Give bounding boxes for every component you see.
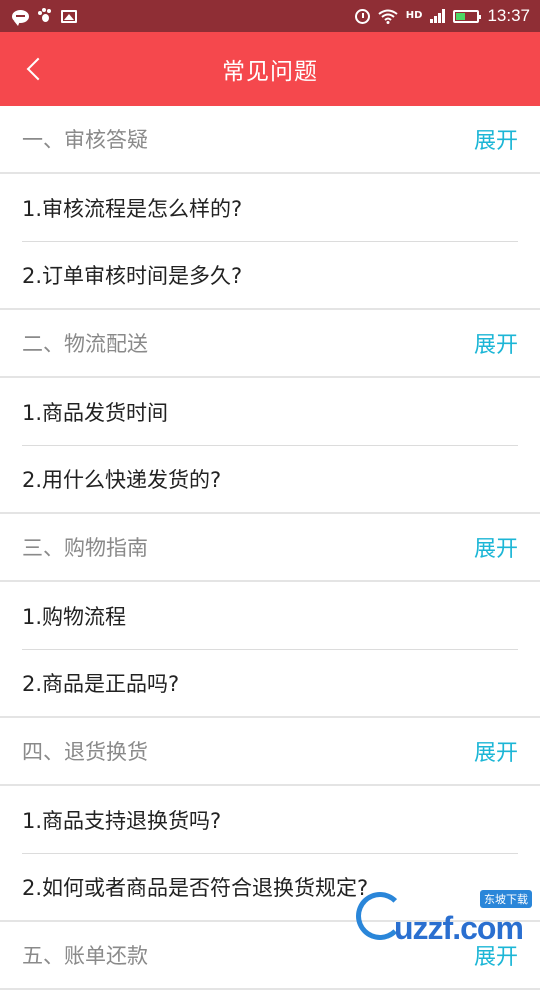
- question-item[interactable]: 1.商品支持退换货吗?: [22, 786, 518, 854]
- faq-list: 一、审核答疑 展开 1.审核流程是怎么样的? 2.订单审核时间是多久? 二、物流…: [0, 106, 540, 990]
- expand-button[interactable]: 展开: [474, 327, 518, 359]
- question-text: 2.用什么快递发货的?: [22, 468, 222, 492]
- section-header[interactable]: 二、物流配送 展开: [0, 310, 540, 378]
- section-header[interactable]: 三、购物指南 展开: [0, 514, 540, 582]
- question-item[interactable]: 1.审核流程是怎么样的?: [22, 174, 518, 242]
- question-item[interactable]: 2.订单审核时间是多久?: [0, 242, 540, 310]
- status-bar: HD 13:37: [0, 0, 540, 32]
- image-notification-icon: [61, 9, 77, 23]
- page-title: 常见问题: [222, 59, 318, 85]
- status-notifications: [12, 8, 77, 26]
- alarm-icon: [354, 8, 370, 24]
- section-header[interactable]: 四、退货换货 展开: [0, 718, 540, 786]
- question-item[interactable]: 1.购物流程: [22, 582, 518, 650]
- status-time: 13:37: [487, 6, 530, 25]
- section-header[interactable]: 一、审核答疑 展开: [0, 106, 540, 174]
- question-text: 2.如何或者商品是否符合退换货规定?: [22, 876, 369, 900]
- status-system: HD 13:37: [354, 6, 530, 26]
- expand-button[interactable]: 展开: [474, 123, 518, 155]
- question-text: 1.商品支持退换货吗?: [22, 808, 222, 833]
- chat-notification-icon: [12, 9, 29, 26]
- section-title: 一、审核答疑: [22, 128, 148, 152]
- expand-button[interactable]: 展开: [474, 735, 518, 767]
- question-text: 1.购物流程: [22, 604, 127, 629]
- question-text: 1.审核流程是怎么样的?: [22, 196, 243, 221]
- question-text: 1.商品发货时间: [22, 400, 169, 425]
- question-item[interactable]: 2.商品是正品吗?: [0, 650, 540, 718]
- watermark-text: uzzf.com: [394, 910, 524, 946]
- site-watermark: uzzf.com 东坡下载: [356, 890, 534, 946]
- battery-icon: [453, 9, 482, 23]
- wifi-icon: [378, 9, 398, 24]
- signal-icon: [430, 9, 446, 23]
- hd-indicator: HD: [405, 10, 423, 21]
- question-item[interactable]: 1.商品发货时间: [22, 378, 518, 446]
- section-title: 四、退货换货: [22, 740, 148, 764]
- section-title: 三、购物指南: [22, 536, 148, 560]
- section-title: 二、物流配送: [22, 332, 148, 356]
- chevron-left-icon: [26, 57, 50, 81]
- section-title: 五、账单还款: [22, 944, 148, 968]
- expand-button[interactable]: 展开: [474, 531, 518, 563]
- app-header: 常见问题: [0, 32, 540, 106]
- back-button[interactable]: [22, 32, 62, 106]
- question-text: 2.商品是正品吗?: [22, 672, 180, 696]
- paw-notification-icon: [37, 8, 53, 24]
- battery-level: [456, 12, 466, 20]
- question-text: 2.订单审核时间是多久?: [22, 264, 243, 288]
- watermark-badge: 东坡下载: [480, 890, 532, 908]
- question-item[interactable]: 2.用什么快递发货的?: [0, 446, 540, 514]
